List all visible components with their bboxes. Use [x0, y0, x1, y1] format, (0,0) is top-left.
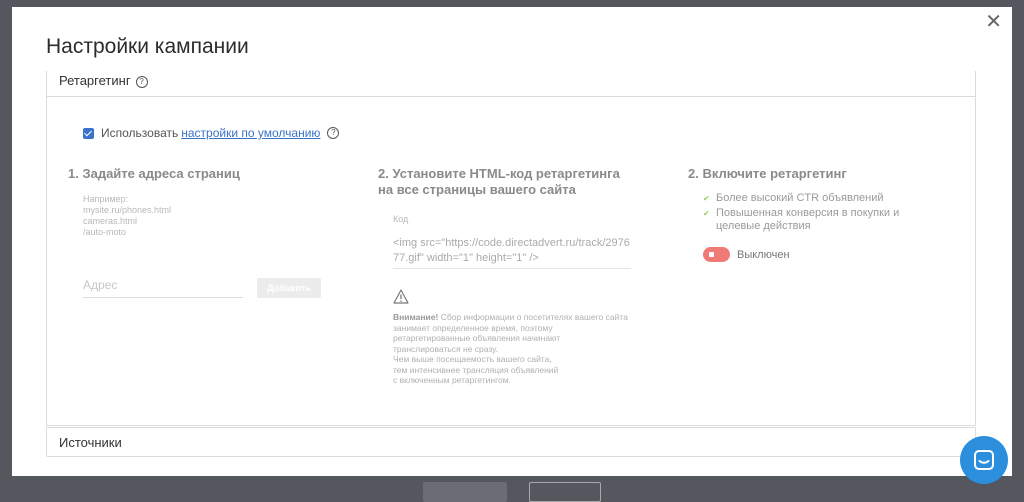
use-default-checkbox[interactable] — [83, 127, 94, 139]
example-line: /auto-moto — [83, 227, 127, 237]
retargeting-panel: Ретаргетинг? Использовать настройки по у… — [46, 71, 976, 426]
retargeting-code[interactable]: <img src="https://code.directadvert.ru/t… — [393, 236, 631, 269]
example-line: cameras.html — [83, 216, 138, 226]
benefit-item: Повышенная конверсия в покупки и целевые… — [703, 207, 931, 233]
close-icon[interactable]: ✕ — [985, 12, 1002, 32]
step2-title: 2. Установите HTML-код ретаргетинга на в… — [378, 166, 648, 198]
chat-button[interactable] — [960, 436, 1008, 484]
add-button[interactable]: Добавить — [257, 278, 321, 298]
cancel-button[interactable] — [529, 482, 601, 502]
step1-column: 1. Задайте адреса страниц Например: mysi… — [68, 166, 328, 298]
example-line: Например: — [83, 194, 129, 204]
help-icon[interactable]: ? — [135, 75, 148, 88]
save-button[interactable] — [423, 482, 507, 502]
warning-icon — [393, 289, 409, 304]
address-row: Добавить — [83, 275, 328, 298]
sources-header-label: Источники — [59, 435, 122, 450]
warning-line: с включенным ретаргетингом. — [393, 375, 511, 385]
toggle-label: Выключен — [737, 248, 790, 261]
retargeting-header[interactable]: Ретаргетинг? — [47, 71, 975, 97]
address-input[interactable] — [83, 275, 243, 298]
help-icon[interactable]: ? — [327, 127, 340, 139]
step2-title-line: 2. Установите HTML-код ретаргетинга — [378, 166, 620, 181]
sources-panel[interactable]: Источники — [46, 427, 976, 457]
retargeting-header-label: Ретаргетинг — [59, 73, 131, 88]
use-default-row: Использовать настройки по умолчанию ? — [83, 126, 340, 140]
benefits-list: Более высокий CTR объявлений Повышенная … — [703, 192, 958, 233]
step1-title: 1. Задайте адреса страниц — [68, 166, 240, 181]
modal-title: Настройки кампании — [46, 35, 249, 58]
step2-title-line: на все страницы вашего сайта — [378, 182, 576, 197]
chat-icon — [974, 450, 994, 470]
default-settings-link[interactable]: настройки по умолчанию — [181, 126, 320, 140]
use-label: Использовать — [101, 126, 179, 140]
step3-column: 2. Включите ретаргетинг Более высокий CT… — [688, 166, 958, 262]
example-line: mysite.ru/phones.html — [83, 205, 172, 215]
warning-line: Чем выше посещаемость вашего сайта, — [393, 354, 552, 364]
retargeting-toggle[interactable] — [703, 247, 730, 262]
example-text: Например: mysite.ru/phones.html cameras.… — [83, 194, 328, 238]
step3-title: 2. Включите ретаргетинг — [688, 166, 847, 181]
warning-text: Внимание! Сбор информации о посетителях … — [393, 312, 629, 386]
retargeting-toggle-row: Выключен — [703, 247, 958, 262]
code-label: Код — [393, 214, 409, 224]
warning-bold: Внимание! — [393, 312, 439, 322]
benefit-item: Более высокий CTR объявлений — [703, 192, 931, 205]
step2-column: 2. Установите HTML-код ретаргетинга на в… — [378, 166, 648, 386]
campaign-settings-modal: ✕ Настройки кампании Ретаргетинг? Исполь… — [12, 7, 1012, 476]
warning-line: тем интенсивнее трансляция объявлений — [393, 364, 559, 375]
